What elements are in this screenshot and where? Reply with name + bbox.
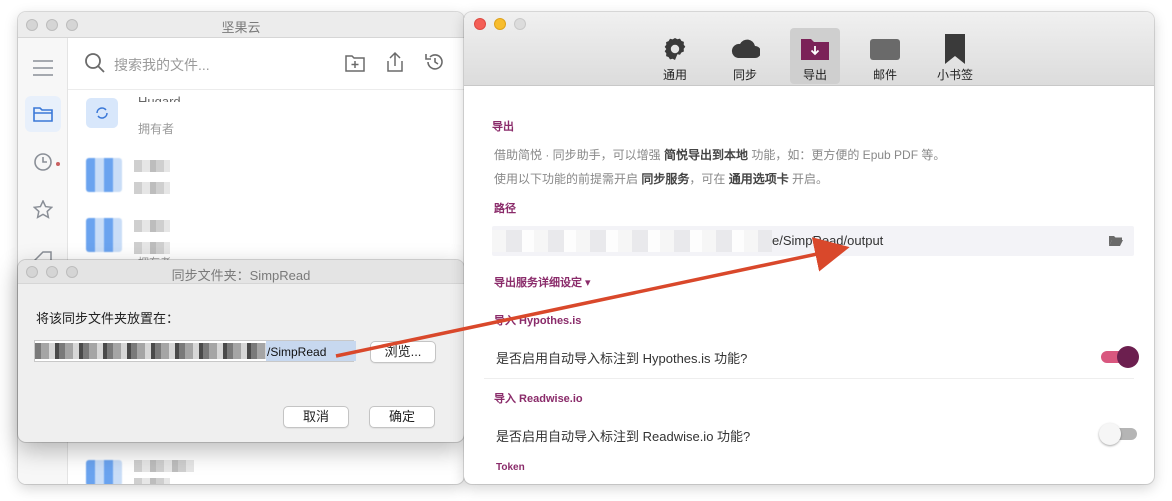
tab-mail[interactable]: 邮件 (860, 28, 910, 84)
ok-button[interactable]: 确定 (369, 406, 435, 428)
mail-icon (870, 34, 900, 64)
menu-icon[interactable] (25, 50, 61, 86)
sync-folder-dialog: 同步文件夹：SimpRead 将该同步文件夹放置在： /SimpRead 浏览.… (18, 260, 464, 442)
toggle-knob (1117, 346, 1139, 368)
tab-export[interactable]: 导出 (790, 28, 840, 84)
hypothes-option-label: 是否启用自动导入标注到 Hypothes.is 功能? (496, 351, 748, 366)
zoom-button[interactable] (514, 18, 526, 30)
blurred-name (134, 160, 170, 172)
tab-sync[interactable]: 同步 (720, 28, 770, 84)
blurred-sub (134, 242, 170, 254)
readwise-option-label: 是否启用自动导入标注到 Readwise.io 功能? (496, 429, 751, 444)
list-item[interactable]: Hugard 拥有者 (68, 94, 464, 150)
folder-thumbnail (86, 218, 122, 252)
simpread-preferences-window: 通用 同步 导出 邮件 小书签 导出 借助简悦 · 同步助手，可以增强 简悦导出… (464, 12, 1154, 484)
hypothes-toggle[interactable] (1101, 346, 1139, 368)
readwise-toggle[interactable] (1099, 423, 1137, 445)
token-heading: Token (496, 462, 525, 473)
folder-thumbnail (86, 460, 122, 484)
export-folder-icon (800, 34, 830, 64)
search-icon[interactable] (84, 52, 106, 79)
toggle-knob (1099, 423, 1121, 445)
list-item[interactable] (68, 150, 464, 206)
blurred-name (134, 460, 194, 472)
history-icon[interactable] (424, 51, 446, 78)
toolbar: 通用 同步 导出 邮件 小书签 (464, 12, 1154, 86)
path-value: /SimpRead (267, 345, 327, 359)
export-description-1: 借助简悦 · 同步助手，可以增强 简悦导出到本地 功能，如：更方便的 Epub … (494, 148, 946, 162)
export-description-2: 使用以下功能的前提需开启 同步服务，可在 通用选项卡 开启。 (494, 172, 829, 186)
export-heading: 导出 (492, 121, 514, 133)
path-value: e/SimpRead/output (772, 233, 884, 248)
blurred-path (35, 343, 267, 359)
readwise-heading: 导入 Readwise.io (494, 393, 583, 405)
folder-thumbnail (86, 158, 122, 192)
window-controls (474, 18, 526, 30)
divider (484, 378, 1134, 379)
browse-button[interactable]: 浏览... (370, 341, 436, 363)
path-heading: 路径 (494, 203, 516, 215)
export-path-field[interactable]: e/SimpRead/output (492, 226, 1134, 256)
location-label: 将该同步文件夹放置在： (36, 311, 180, 326)
tab-label: 小书签 (936, 68, 973, 82)
titlebar: 坚果云 (18, 12, 464, 38)
minimize-button[interactable] (494, 18, 506, 30)
export-details-toggle[interactable]: 导出服务详细设定 ▾ (494, 274, 591, 290)
dialog-titlebar: 同步文件夹：SimpRead (18, 260, 464, 284)
star-icon[interactable] (25, 192, 61, 228)
search-bar: 搜索我的文件... (68, 38, 464, 90)
tab-general[interactable]: 通用 (650, 28, 700, 84)
blurred-path (492, 230, 772, 252)
hypothes-heading: 导入 Hypothes.is (494, 315, 582, 327)
gear-icon (660, 34, 690, 64)
tab-label: 通用 (662, 68, 687, 82)
window-title: 坚果云 (221, 20, 261, 35)
tab-label: 同步 (732, 68, 757, 82)
blurred-sub (134, 182, 170, 194)
new-folder-icon[interactable] (344, 51, 366, 78)
cancel-button[interactable]: 取消 (283, 406, 349, 428)
notification-dot (56, 162, 60, 166)
preference-tabs: 通用 同步 导出 邮件 小书签 (650, 28, 980, 84)
tab-label: 邮件 (872, 68, 897, 82)
list-item[interactable]: 拥有者 (68, 210, 464, 266)
blurred-name (134, 220, 170, 232)
sync-folder-icon (86, 98, 118, 128)
file-name: Hugard (138, 94, 181, 102)
folder-icon[interactable] (25, 96, 61, 132)
open-folder-icon[interactable] (1108, 234, 1124, 252)
close-button[interactable] (474, 18, 486, 30)
blurred-sub (134, 478, 170, 484)
file-owner: 拥有者 (138, 122, 175, 136)
tab-bookmarklet[interactable]: 小书签 (930, 28, 980, 84)
cloud-icon (730, 34, 760, 64)
dialog-title: 同步文件夹：SimpRead (171, 268, 311, 283)
list-item[interactable] (68, 456, 464, 484)
location-path-field[interactable]: /SimpRead (34, 340, 356, 362)
search-input[interactable]: 搜索我的文件... (114, 55, 210, 75)
tab-label: 导出 (802, 68, 827, 82)
bookmark-icon (940, 34, 970, 64)
upload-icon[interactable] (384, 51, 406, 78)
